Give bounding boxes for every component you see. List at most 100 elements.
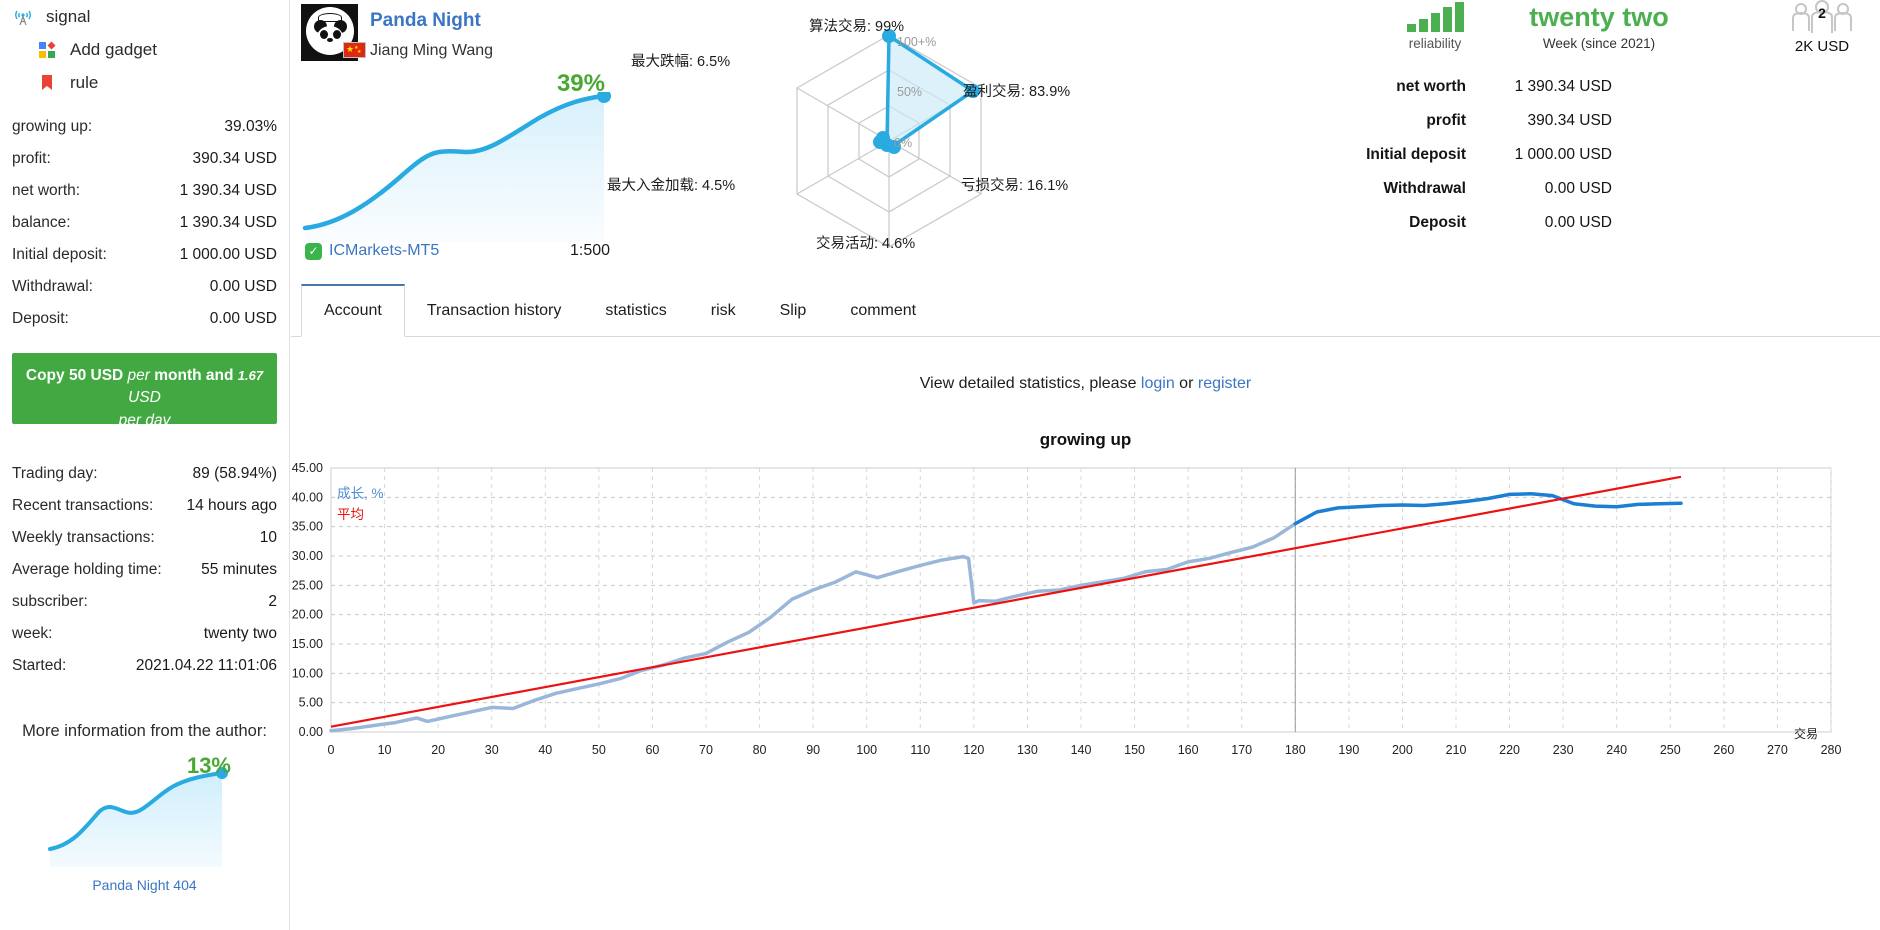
stat-value: 14 hours ago	[186, 497, 278, 514]
detailed-stats-notice: View detailed statistics, please login o…	[291, 375, 1880, 393]
radar-label-max-deposit-load: 最大入金加载: 4.5%	[607, 178, 736, 194]
svg-text:30.00: 30.00	[292, 549, 323, 563]
verified-check-icon: ✓	[305, 242, 322, 260]
sidebar-secondary-stats: Trading day: 89 (58.94%) Recent transact…	[12, 458, 277, 682]
reliability-label: reliability	[1408, 36, 1462, 51]
mini-chart-caption: Panda Night 404	[92, 877, 197, 893]
svg-text:0%: 0%	[894, 136, 912, 150]
leverage-value: 1:500	[570, 242, 611, 259]
subscribers-count: 2	[1818, 5, 1826, 21]
stat-value: 390.34 USD	[1527, 112, 1612, 129]
svg-text:270: 270	[1767, 743, 1788, 757]
copy-middle: month and	[154, 367, 234, 384]
svg-text:110: 110	[910, 743, 930, 757]
svg-text:25.00: 25.00	[292, 578, 323, 592]
svg-text:30: 30	[485, 743, 499, 757]
sidebar: signal Add gadget rule growing up: 39.03…	[0, 0, 290, 930]
sidebar-primary-stats: growing up: 39.03% profit: 390.34 USD ne…	[12, 111, 277, 335]
signal-name-link[interactable]: Panda Night	[370, 10, 493, 32]
stat-value: 2	[268, 593, 277, 610]
stat-label: net worth	[1396, 78, 1466, 95]
stat-value: twenty two	[203, 625, 277, 642]
sidebar-item-label: signal	[46, 6, 91, 26]
chart-plot: 0.00 5.00 10.00 15.00 20.00 25.00 30.00 35.00 40…	[291, 460, 1871, 775]
sidebar-item-add-gadget[interactable]: Add gadget	[12, 33, 277, 66]
tab-statistics[interactable]: statistics	[583, 284, 688, 337]
svg-text:190: 190	[1338, 743, 1359, 757]
sidebar-item-rule[interactable]: rule	[12, 66, 277, 99]
stat-value: 89 (58.94%)	[192, 465, 277, 482]
growth-card: 39% ✓ ICMarkets-MT5 1:500	[299, 64, 629, 264]
author-name: Jiang Ming Wang	[370, 42, 494, 59]
stat-row-week: week: twenty two	[12, 618, 277, 650]
svg-text:160: 160	[1178, 743, 1199, 757]
radar-label-profit-trades: 盈利交易: 83.9%	[963, 84, 1071, 100]
stat-label: profit:	[12, 150, 51, 167]
svg-text:260: 260	[1713, 743, 1734, 757]
copy-subscribe-button[interactable]: Copy 50 USD per month and 1.67 USD per d…	[12, 353, 277, 429]
copy-currency: USD	[128, 389, 161, 407]
right-stat-profit: profit 390.34 USD	[1262, 104, 1872, 138]
reliability-badge: reliability	[1390, 2, 1480, 51]
author-mini-chart[interactable]: 13% Panda Night 404	[12, 753, 277, 893]
subscribers-label: 2K USD	[1794, 38, 1850, 55]
stat-label: Initial deposit:	[12, 246, 107, 263]
notice-text: View detailed statistics, please	[919, 375, 1141, 392]
radar-label-loss-trades: 亏损交易: 16.1%	[961, 178, 1069, 194]
stat-row-net-worth: net worth: 1 390.34 USD	[12, 175, 277, 207]
stat-value: 0.00 USD	[209, 278, 277, 295]
stat-label: Recent transactions:	[12, 497, 154, 514]
login-link[interactable]: login	[1141, 375, 1175, 392]
stat-value: 2021.04.22 11:01:06	[135, 657, 277, 674]
broadcast-icon	[12, 6, 34, 28]
svg-text:5.00: 5.00	[299, 696, 323, 710]
tab-risk[interactable]: risk	[689, 284, 758, 337]
stat-label: Trading day:	[12, 465, 98, 482]
svg-text:15.00: 15.00	[292, 637, 323, 651]
stat-row-subscriber: subscriber: 2	[12, 586, 277, 618]
broker-name-link[interactable]: ICMarkets-MT5	[329, 242, 439, 260]
register-link[interactable]: register	[1198, 375, 1251, 392]
stat-value: 39.03%	[224, 118, 277, 135]
tab-comment[interactable]: comment	[828, 284, 938, 337]
stat-value: 0.00 USD	[1544, 214, 1612, 231]
stat-value: 390.34 USD	[192, 150, 277, 167]
stat-label: Deposit:	[12, 310, 69, 327]
svg-text:100: 100	[856, 743, 877, 757]
svg-text:280: 280	[1821, 743, 1842, 757]
stat-value: 1 390.34 USD	[1514, 78, 1612, 95]
bookmark-icon	[36, 72, 58, 94]
svg-text:10: 10	[378, 743, 392, 757]
radar-chart: 100+% 50% 0% 算法交易: 99% 盈利交易: 83.9% 亏损交易:…	[607, 0, 1131, 270]
stat-value: 0.00 USD	[1544, 180, 1612, 197]
sidebar-item-signal[interactable]: signal	[12, 0, 277, 33]
tab-slip[interactable]: Slip	[758, 284, 829, 337]
stat-label: Weekly transactions:	[12, 529, 155, 546]
svg-text:130: 130	[1017, 743, 1038, 757]
svg-text:230: 230	[1553, 743, 1574, 757]
stat-value: 1 390.34 USD	[179, 214, 277, 231]
chart-svg: 0.00 5.00 10.00 15.00 20.00 25.00 30.00 35.00 40…	[292, 461, 1842, 757]
svg-text:35.00: 35.00	[292, 520, 323, 534]
svg-text:90: 90	[806, 743, 820, 757]
notice-or: or	[1174, 375, 1198, 392]
tab-transaction-history[interactable]: Transaction history	[405, 284, 584, 337]
summary-strip: ★ ★ ★ Panda Night Jiang Ming Wang 39% ✓ …	[291, 0, 1880, 283]
svg-text:140: 140	[1071, 743, 1092, 757]
stat-value: 1 390.34 USD	[179, 182, 277, 199]
tab-account[interactable]: Account	[301, 284, 405, 337]
badges-row: reliability twenty two Week (since 2021)	[1262, 0, 1872, 70]
stat-label: Initial deposit	[1366, 146, 1466, 163]
widgets-icon	[36, 39, 58, 61]
svg-text:220: 220	[1499, 743, 1520, 757]
panda-avatar[interactable]: ★ ★ ★	[301, 4, 366, 61]
svg-text:10.00: 10.00	[292, 666, 323, 680]
stat-label: growing up:	[12, 118, 93, 135]
people-icon: 2	[1776, 0, 1868, 38]
svg-text:170: 170	[1231, 743, 1252, 757]
profile-block: ★ ★ ★ Panda Night Jiang Ming Wang	[301, 4, 493, 61]
stat-row-initial-deposit: Initial deposit: 1 000.00 USD	[12, 239, 277, 271]
stat-value: 1 000.00 USD	[1514, 146, 1612, 163]
main-content: ★ ★ ★ Panda Night Jiang Ming Wang 39% ✓ …	[291, 0, 1880, 930]
stat-row-recent-transactions: Recent transactions: 14 hours ago	[12, 490, 277, 522]
